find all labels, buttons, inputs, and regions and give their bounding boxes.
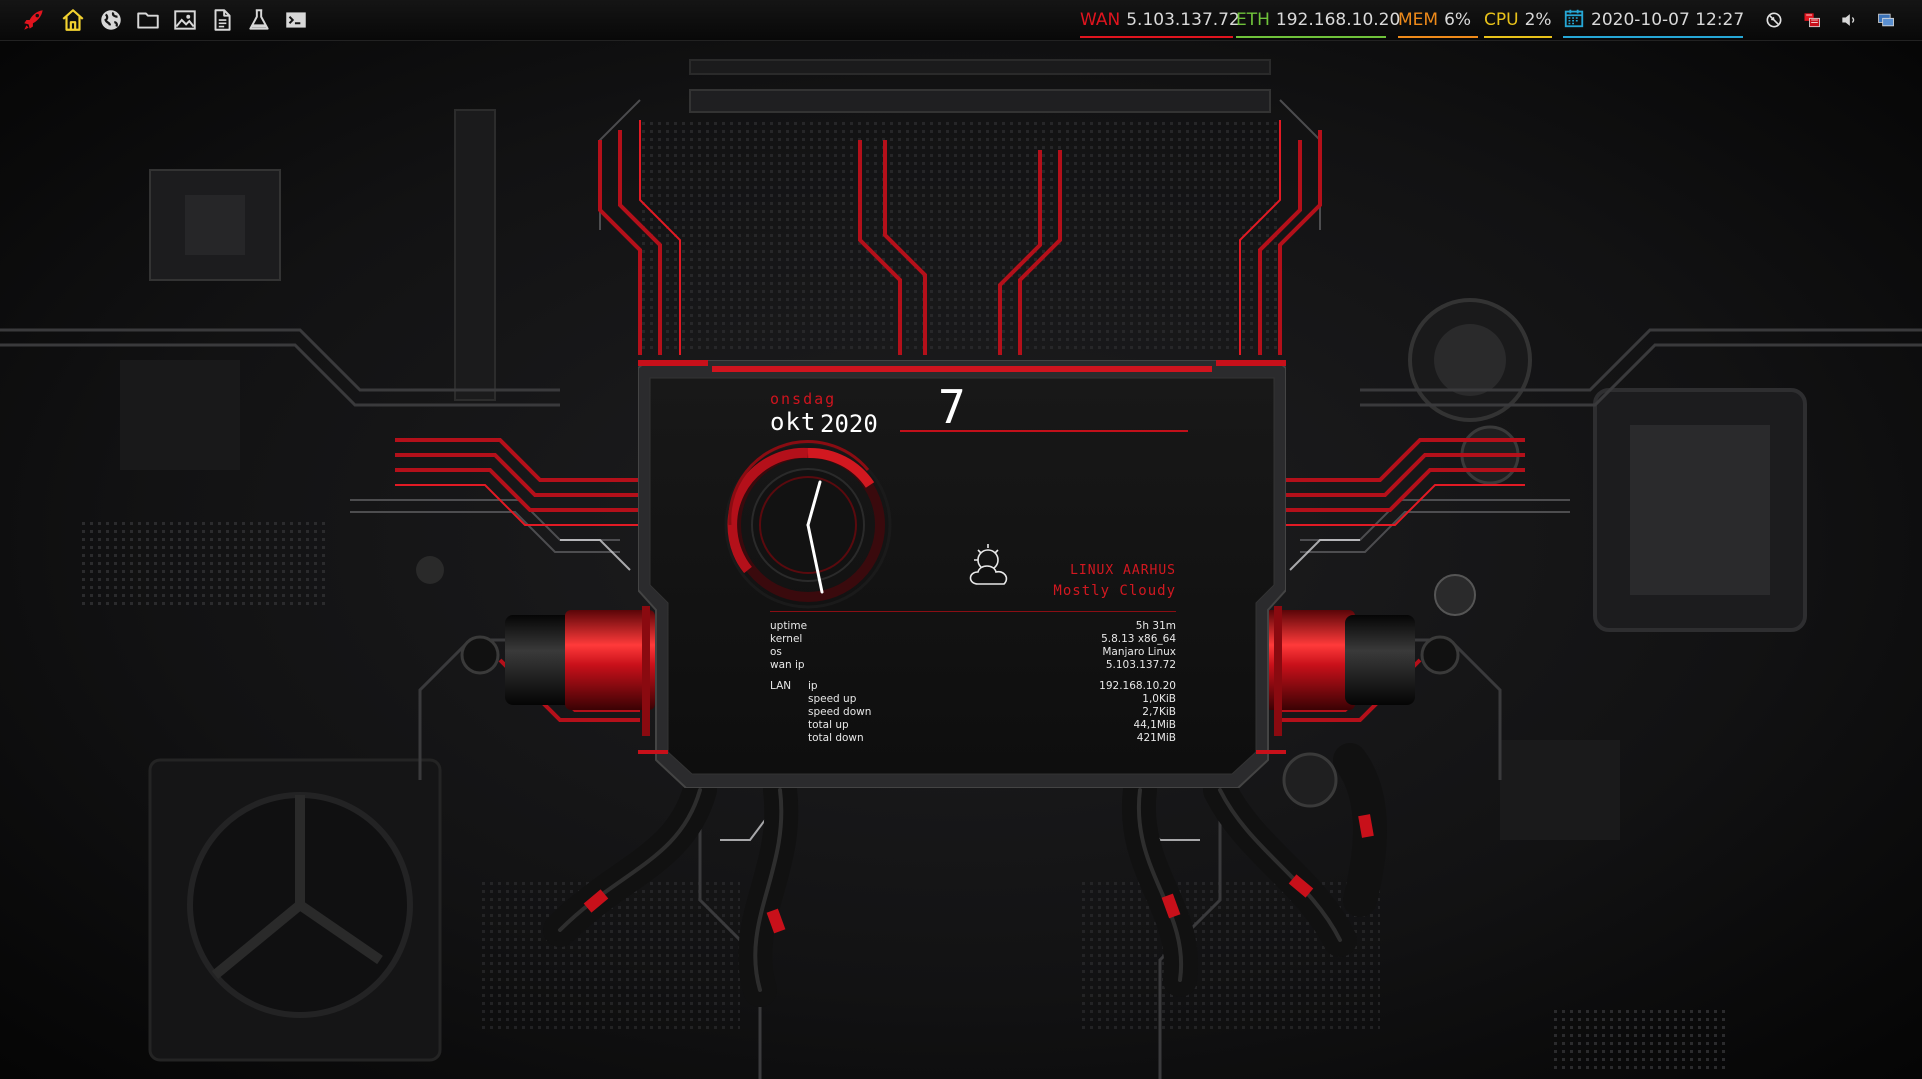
datetime-underline (1563, 36, 1743, 38)
volume-tray-button[interactable] (1837, 8, 1861, 32)
os-label: os (770, 646, 782, 658)
mem-indicator[interactable]: MEM 6% (1398, 0, 1478, 40)
eth-value: 192.168.10.20 (1275, 10, 1401, 30)
mem-value: 6% (1444, 10, 1472, 30)
uptime-label: uptime (770, 620, 808, 632)
total-down-value: 421MiB (1136, 732, 1176, 744)
editor-launcher-button[interactable] (206, 4, 238, 36)
mem-label: MEM (1398, 10, 1439, 30)
globe-icon (101, 10, 121, 30)
info-separator (770, 611, 1176, 612)
wanip-label: wan ip (770, 659, 805, 671)
display-tray-button[interactable] (1874, 8, 1898, 32)
folder-icon (137, 12, 159, 29)
wan-value: 5.103.137.72 (1126, 10, 1240, 30)
top-panel: WAN 5.103.137.72 ETH 192.168.10.20 MEM 6% C… (0, 0, 1922, 41)
day-name: onsdag (770, 390, 837, 408)
no-notifications-icon (1766, 12, 1782, 28)
rocket-launcher-icon (24, 10, 43, 30)
home-icon (62, 9, 84, 31)
speed-down-label: speed down (808, 706, 872, 718)
flask-icon (249, 9, 269, 30)
image-icon (174, 10, 196, 30)
display-icon (1878, 13, 1894, 27)
eth-label: ETH (1236, 10, 1270, 30)
speed-up-value: 1,0KiB (1142, 693, 1176, 705)
eth-underline (1236, 36, 1386, 38)
browser-launcher-button[interactable] (95, 4, 127, 36)
speed-up-label: speed up (808, 693, 857, 705)
mem-underline (1398, 36, 1478, 38)
wanip-value: 5.103.137.72 (1105, 659, 1176, 671)
notifications-tray-button[interactable] (1762, 8, 1786, 32)
cpu-label: CPU (1484, 10, 1519, 30)
date-underline (900, 430, 1188, 432)
day-number: 7 (938, 380, 966, 434)
speed-down-value: 2,7KiB (1142, 706, 1176, 718)
total-up-label: total up (808, 719, 849, 731)
total-down-label: total down (808, 732, 864, 744)
network-manager-icon (1804, 13, 1820, 28)
terminal-launcher-button[interactable] (280, 4, 312, 36)
document-icon (214, 9, 231, 31)
image-viewer-launcher-button[interactable] (169, 4, 201, 36)
wan-label: WAN (1080, 10, 1121, 30)
network-tray-button[interactable] (1800, 8, 1824, 32)
month-name: okt (770, 408, 817, 436)
lan-section-label: LAN (770, 680, 792, 692)
files-launcher-button[interactable] (132, 4, 164, 36)
cpu-underline (1484, 36, 1552, 38)
conky-widget: onsdag okt 2020 7 LINUX AARHUS Mostly Cl… (638, 360, 1286, 788)
cpu-value: 2% (1524, 10, 1552, 30)
datetime-value: 2020-10-07 12:27 (1591, 10, 1745, 30)
eth-indicator[interactable]: ETH 192.168.10.20 (1236, 0, 1400, 40)
lan-ip-label: ip (808, 680, 818, 692)
weather-condition: Mostly Cloudy (1053, 583, 1176, 599)
weather-location: LINUX AARHUS (1070, 563, 1176, 578)
kernel-label: kernel (770, 633, 803, 645)
rocket-launcher-button[interactable] (18, 4, 50, 36)
total-up-value: 44,1MiB (1133, 719, 1176, 731)
kernel-value: 5.8.13 x86_64 (1101, 633, 1176, 645)
wan-underline (1080, 36, 1233, 38)
lan-ip-value: 192.168.10.20 (1099, 680, 1176, 692)
calendar-icon (1564, 9, 1584, 28)
cpu-indicator[interactable]: CPU 2% (1484, 0, 1552, 40)
datetime-indicator[interactable]: 2020-10-07 12:27 (1563, 0, 1745, 40)
year: 2020 (820, 410, 878, 438)
uptime-value: 5h 31m (1135, 620, 1176, 632)
lab-launcher-button[interactable] (243, 4, 275, 36)
os-value: Manjaro Linux (1102, 646, 1176, 658)
terminal-icon (286, 12, 306, 28)
volume-icon (1842, 14, 1855, 26)
wan-indicator[interactable]: WAN 5.103.137.72 (1080, 0, 1240, 40)
home-launcher-button[interactable] (57, 4, 89, 36)
